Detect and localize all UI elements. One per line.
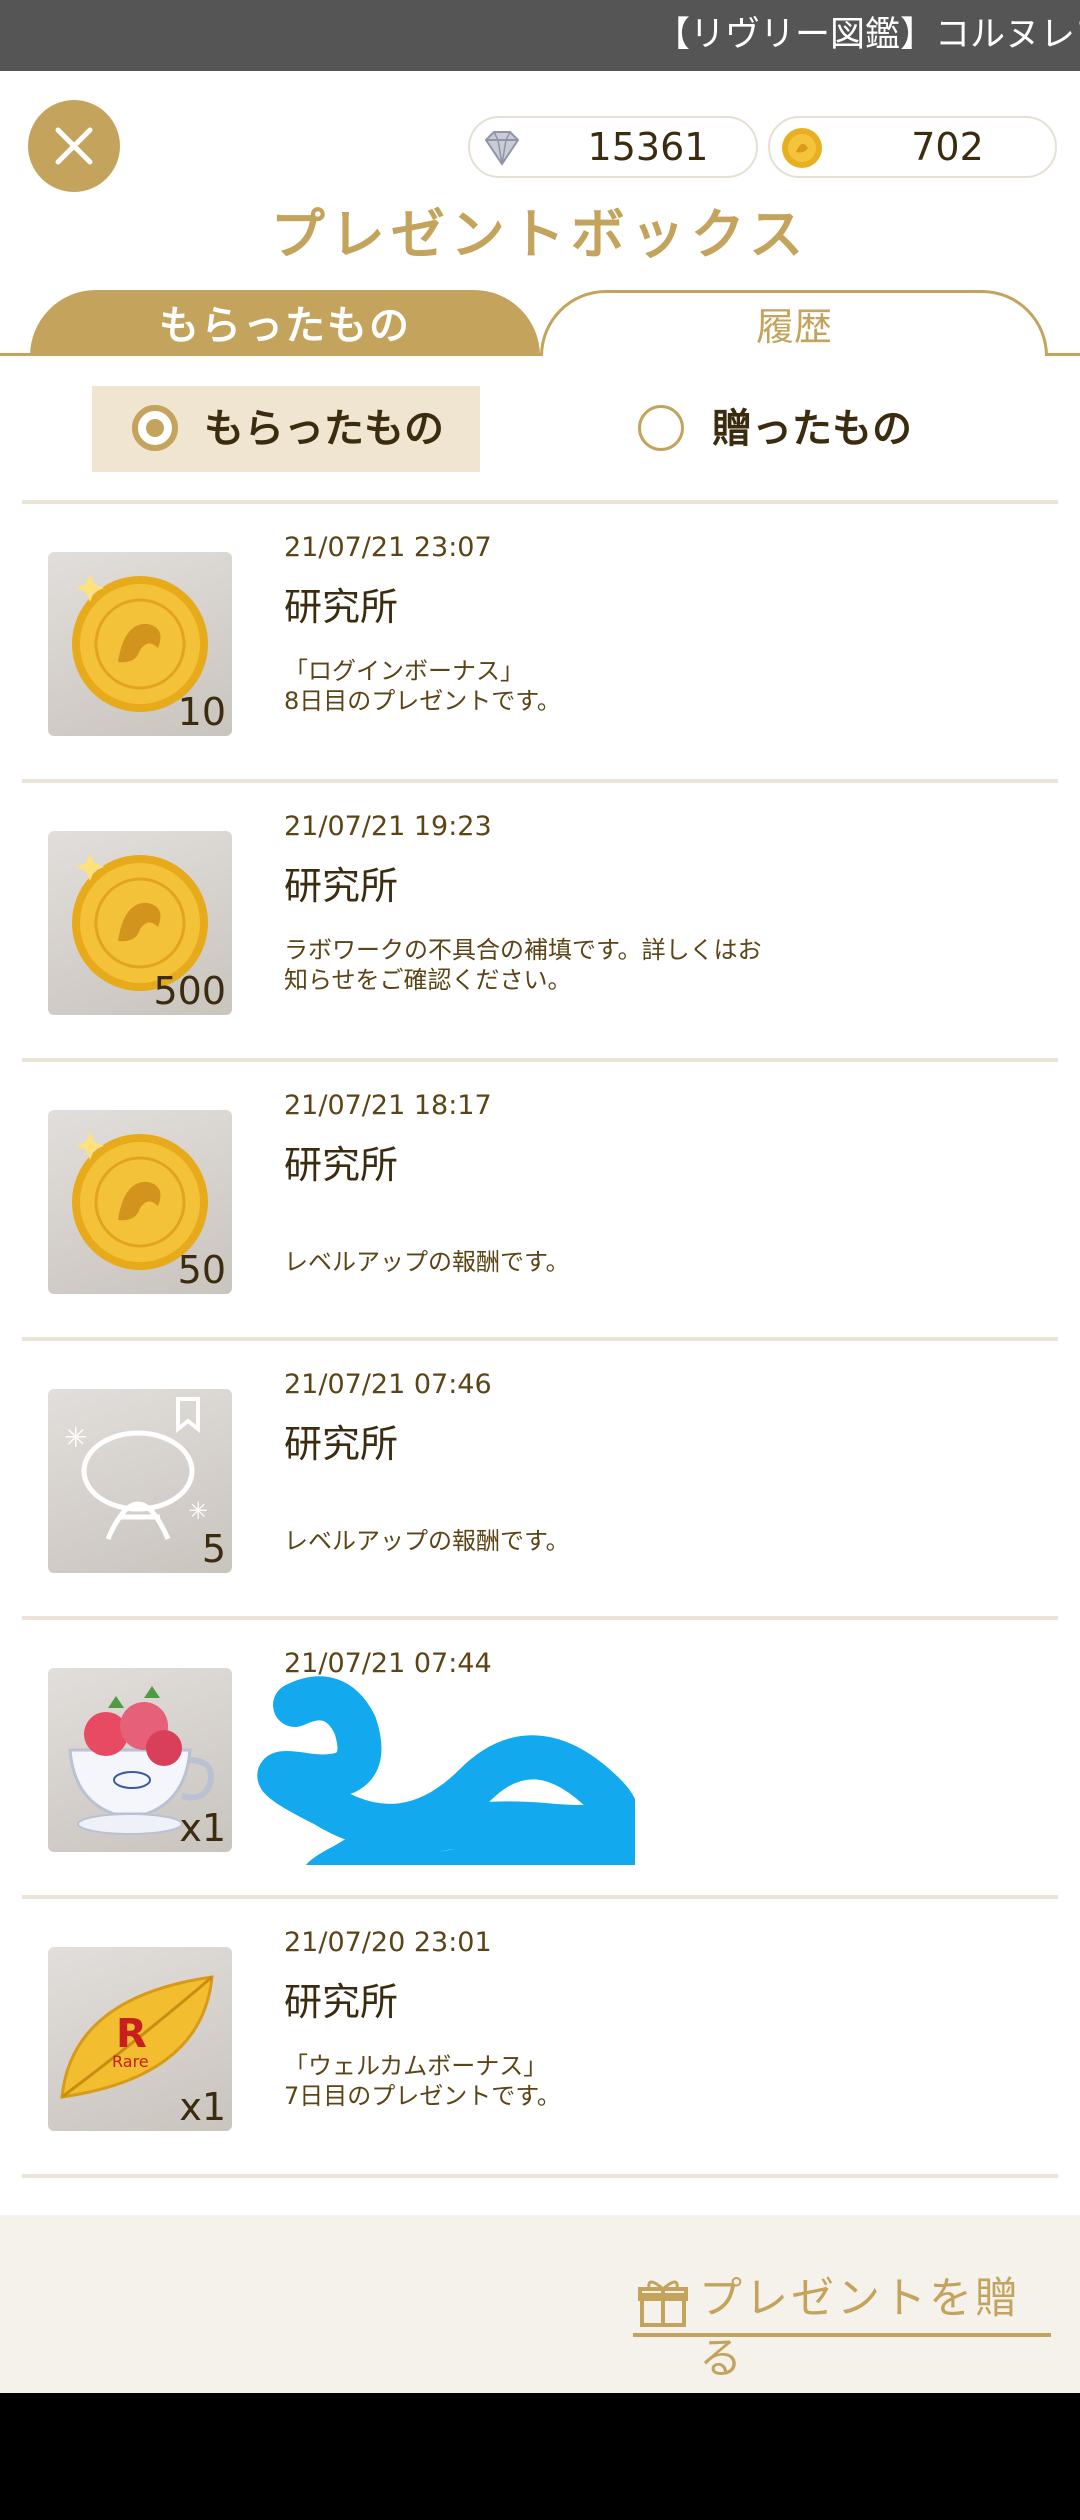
gem-count: 15361 [587, 125, 709, 169]
send-present-button[interactable]: プレゼントを贈る [633, 2269, 1051, 2384]
item-message: ラボワークの不具合の補填です。詳しくはお 知らせをご確認ください。 [284, 936, 762, 994]
item-quantity: 5 [201, 1527, 226, 1571]
svg-text:✳: ✳ [64, 1421, 87, 1454]
item-message: レベルアップの報酬です。 [284, 1248, 570, 1276]
item-quantity: 50 [177, 1248, 226, 1292]
svg-text:Rare: Rare [112, 2052, 149, 2071]
item-thumbnail: R Rare x1 [48, 1947, 232, 2131]
item-date: 21/07/21 23:07 [284, 532, 492, 563]
item-date: 21/07/20 23:01 [284, 1927, 492, 1958]
item-sender: 研究所 [284, 864, 399, 908]
present-list[interactable]: 10 21/07/21 23:07 研究所 「ログインボーナス」 8日目のプレゼ… [22, 500, 1058, 2215]
list-item[interactable]: R Rare x1 21/07/20 23:01 研究所 「ウェルカムボーナス」… [22, 1895, 1058, 2174]
item-thumbnail: x1 [48, 1668, 232, 1852]
filter-sent-radio[interactable]: 贈ったもの [638, 386, 968, 472]
gem-balance: 15361 [468, 116, 758, 178]
list-item[interactable] [22, 2174, 1058, 2215]
filter-received-radio[interactable]: もらったもの [92, 386, 480, 472]
list-item[interactable]: 10 21/07/21 23:07 研究所 「ログインボーナス」 8日目のプレゼ… [22, 500, 1058, 779]
item-thumbnail: 500 [48, 831, 232, 1015]
item-message: 「ウェルカムボーナス」 7日目のプレゼントです。 [284, 2052, 561, 2110]
item-sender: 研究所 [284, 1143, 399, 1187]
item-quantity: x1 [179, 1806, 226, 1850]
coin-balance: 702 [768, 116, 1057, 178]
item-quantity: 500 [153, 969, 226, 1013]
radio-selected-icon [132, 405, 178, 451]
item-thumbnail: 10 [48, 552, 232, 736]
item-quantity: x1 [179, 2085, 226, 2129]
svg-text:✳: ✳ [188, 1497, 208, 1525]
redaction-scribble [257, 1676, 635, 1865]
list-item[interactable]: 500 21/07/21 19:23 研究所 ラボワークの不具合の補填です。詳し… [22, 779, 1058, 1058]
send-present-label: プレゼントを贈る [699, 2274, 1021, 2384]
item-sender: 研究所 [284, 1422, 399, 1466]
svg-text:R: R [116, 2011, 147, 2057]
item-date: 21/07/21 07:46 [284, 1369, 492, 1400]
item-sender: 研究所 [284, 585, 399, 629]
item-date: 21/07/21 18:17 [284, 1090, 492, 1121]
filter-sent-label: 贈ったもの [712, 406, 912, 452]
close-icon [55, 127, 93, 165]
item-message: 「ログインボーナス」 8日目のプレゼントです。 [284, 657, 561, 715]
tab-received[interactable]: もらったもの [30, 290, 540, 356]
radio-unselected-icon [638, 405, 684, 451]
item-sender: 研究所 [284, 1980, 399, 2024]
status-bar: 【リヴリー図鑑】コルヌレプ [0, 0, 1080, 71]
navigation-bar-area [0, 2393, 1080, 2520]
list-item[interactable]: ✳ ✳ 5 21/07/21 07:46 研究所 レベルアップの報酬です。 [22, 1337, 1058, 1616]
item-message: レベルアップの報酬です。 [284, 1527, 570, 1555]
coin-count: 702 [911, 125, 984, 169]
diamond-icon [484, 131, 520, 166]
footer-bar: プレゼントを贈る [0, 2215, 1080, 2393]
tab-history[interactable]: 履歴 [540, 290, 1048, 356]
item-quantity: 10 [177, 690, 226, 734]
item-thumbnail: 50 [48, 1110, 232, 1294]
item-date: 21/07/21 19:23 [284, 811, 492, 842]
item-thumbnail: ✳ ✳ 5 [48, 1389, 232, 1573]
status-bar-text: 【リヴリー図鑑】コルヌレプ [655, 15, 1080, 55]
gift-icon [638, 2280, 688, 2327]
page-title: プレゼントボックス [270, 203, 810, 266]
close-button[interactable] [28, 100, 120, 192]
filter-received-label: もらったもの [204, 406, 444, 452]
list-item[interactable]: 50 21/07/21 18:17 研究所 レベルアップの報酬です。 [22, 1058, 1058, 1337]
coin-icon [782, 128, 822, 168]
